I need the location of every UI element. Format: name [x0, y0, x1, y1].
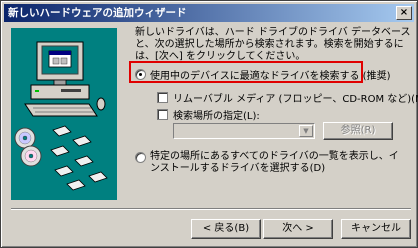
- chevron-down-icon[interactable]: ▼: [299, 125, 313, 137]
- search-best-label: 使用中のデバイスに最適なドライバを検索する (推奨): [150, 71, 391, 82]
- cancel-button[interactable]: キャンセル: [341, 219, 411, 239]
- wizard-description: 新しいドライバは、ハード ドライブのドライバ データベースと、次の選択した場所か…: [135, 27, 411, 62]
- back-button[interactable]: < 戻る(B): [191, 219, 261, 239]
- cd-discs-icon: [14, 127, 42, 167]
- browse-button[interactable]: 参照(R): [323, 122, 393, 140]
- close-icon: ×: [399, 7, 409, 18]
- option-search-best[interactable]: 使用中のデバイスに最適なドライバを検索する (推奨): [135, 67, 390, 82]
- title-bar: 新しいハードウェアの追加ウィザード ×: [4, 4, 414, 22]
- select-from-list-label: 特定の場所にあるすべてのドライバの一覧を表示し、インストールするドライバを選択す…: [150, 151, 399, 174]
- option-select-from-list[interactable]: 特定の場所にあるすべてのドライバの一覧を表示し、インストールするドライバを選択す…: [135, 151, 403, 175]
- location-path-combobox[interactable]: ▼: [173, 123, 315, 139]
- computer-icon: [24, 41, 106, 117]
- floppy-disks-icon: [50, 125, 108, 191]
- footer-separator: [11, 208, 411, 210]
- removable-media-label: リムーバブル メディア (フロッピー、CD-ROM など)(M): [173, 94, 418, 105]
- close-button[interactable]: ×: [396, 6, 412, 20]
- wizard-window: 新しいハードウェアの追加ウィザード × 新しいドライバは、ハード ドライブのドラ…: [0, 0, 418, 248]
- next-button[interactable]: 次へ >: [263, 219, 333, 239]
- search-best-radio[interactable]: [135, 69, 146, 80]
- option-removable-media[interactable]: リムーバブル メディア (フロッピー、CD-ROM など)(M): [157, 90, 418, 105]
- select-from-list-radio[interactable]: [135, 152, 146, 163]
- wizard-illustration-panel: [11, 28, 117, 200]
- option-specify-location[interactable]: 検索場所の指定(L):: [157, 107, 260, 122]
- window-title: 新しいハードウェアの追加ウィザード: [8, 7, 187, 19]
- removable-media-checkbox[interactable]: [157, 92, 168, 103]
- specify-location-label: 検索場所の指定(L):: [173, 111, 260, 122]
- specify-location-checkbox[interactable]: [157, 109, 168, 120]
